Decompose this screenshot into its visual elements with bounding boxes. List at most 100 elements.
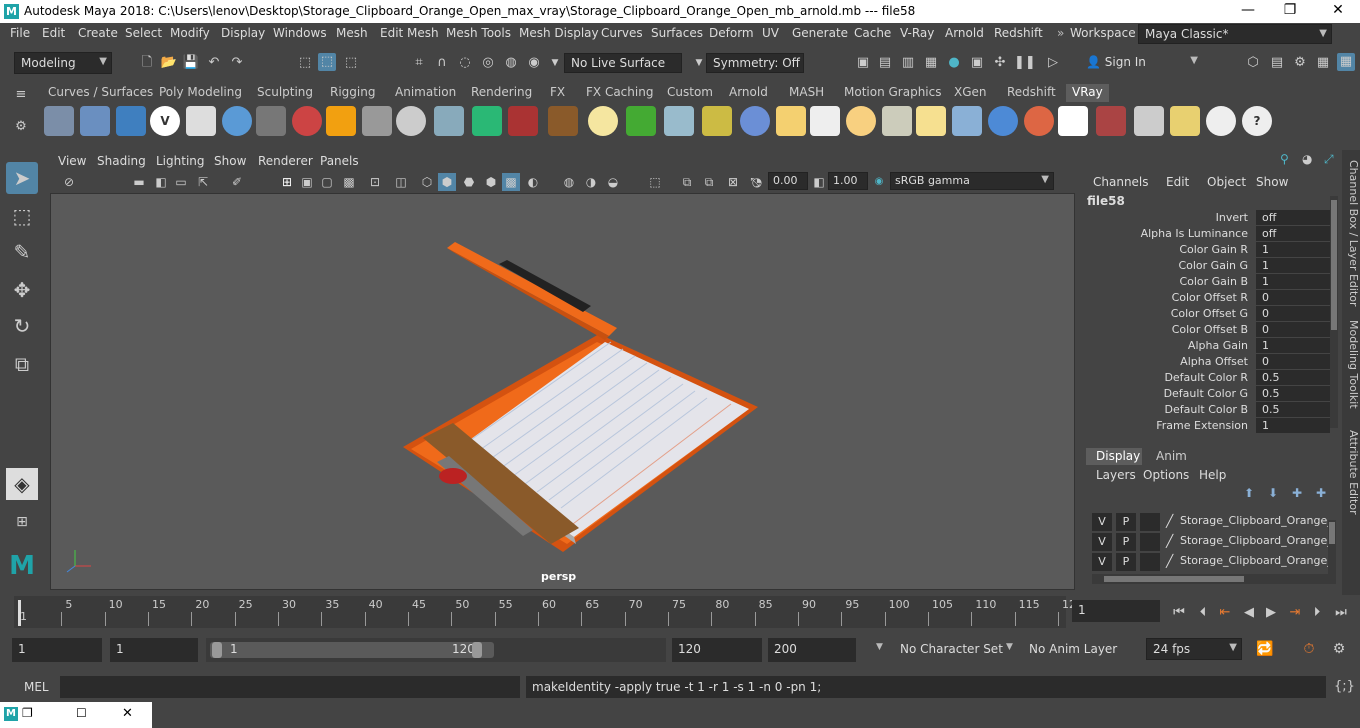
xray-components-icon[interactable]: ◒ bbox=[604, 173, 622, 191]
undo-icon[interactable]: ↶ bbox=[205, 54, 223, 72]
menu-redshift[interactable]: Redshift bbox=[994, 26, 1043, 40]
vray-dome-light-icon[interactable] bbox=[396, 106, 426, 136]
vray-spot-light-icon[interactable] bbox=[810, 106, 840, 136]
play-forwards-icon[interactable]: ▶ bbox=[1262, 604, 1280, 622]
attribute-label[interactable]: Invert bbox=[1088, 211, 1248, 224]
layer-color-icon[interactable]: ╱ bbox=[1166, 534, 1173, 548]
move-layer-up-icon[interactable]: ⬆ bbox=[1244, 486, 1254, 500]
step-forward-key-icon[interactable]: ⇥ bbox=[1286, 604, 1304, 622]
shelf-tab-sculpting[interactable]: Sculpting bbox=[251, 84, 319, 102]
lasso-tool-icon[interactable]: ⬚ bbox=[6, 200, 38, 232]
menu-arnold[interactable]: Arnold bbox=[945, 26, 984, 40]
menu-mesh[interactable]: Mesh bbox=[336, 26, 368, 40]
fps-dropdown[interactable]: 24 fps ▼ bbox=[1146, 638, 1242, 660]
ipr-render-icon[interactable]: ▥ bbox=[899, 54, 917, 72]
shelf-tab-fx-caching[interactable]: FX Caching bbox=[580, 84, 659, 102]
symmetry-field[interactable]: Symmetry: Off bbox=[706, 53, 804, 73]
vray-grass-icon[interactable] bbox=[626, 106, 656, 136]
menu-edit[interactable]: Edit bbox=[42, 26, 65, 40]
pause-icon[interactable]: ❚❚ bbox=[1014, 54, 1036, 72]
layer-playback-toggle[interactable]: P bbox=[1116, 513, 1136, 531]
ambient-occlusion-icon[interactable]: ⧉ bbox=[700, 173, 718, 191]
attribute-editor-icon[interactable]: ▤ bbox=[1268, 54, 1286, 72]
script-editor-icon[interactable]: {;} bbox=[1334, 678, 1355, 696]
menu-generate[interactable]: Generate bbox=[792, 26, 848, 40]
tool-settings-icon[interactable]: ⚙ bbox=[1291, 54, 1309, 72]
grid-toggle-icon[interactable]: ⊞ bbox=[278, 173, 296, 191]
menu-select[interactable]: Select bbox=[125, 26, 162, 40]
menu-edit-mesh[interactable]: Edit Mesh bbox=[380, 26, 439, 40]
snap-options-chevron-icon[interactable]: ▼ bbox=[546, 54, 564, 72]
auto-key-icon[interactable]: ⏱ bbox=[1300, 640, 1318, 658]
shelf-tab-redshift[interactable]: Redshift bbox=[1001, 84, 1062, 102]
menu-windows[interactable]: Windows bbox=[273, 26, 327, 40]
smooth-shade-icon[interactable]: ⬢ bbox=[438, 173, 456, 191]
render-settings-icon[interactable]: ▦ bbox=[922, 54, 940, 72]
mel-label[interactable]: MEL bbox=[24, 680, 49, 694]
timeline-track[interactable]: 1 5 10 15 20 25 30 35 40 45 50 55 60 65 70 75 80 85 90 95 10… bbox=[14, 596, 1076, 628]
channels-menu[interactable]: Channels bbox=[1093, 175, 1149, 189]
outliner-icon[interactable]: ⚲ bbox=[1280, 152, 1289, 166]
attribute-value[interactable]: off bbox=[1256, 226, 1330, 241]
layer-help-menu[interactable]: Help bbox=[1199, 468, 1226, 482]
four-view-layout-icon[interactable]: ⊞ bbox=[6, 506, 38, 538]
anim-layer-label[interactable]: No Anim Layer bbox=[1029, 642, 1117, 656]
menu-create[interactable]: Create bbox=[78, 26, 118, 40]
2d-pan-zoom-icon[interactable]: ⇱ bbox=[194, 173, 212, 191]
shelf-settings-icon[interactable]: ⚙ bbox=[12, 118, 30, 136]
viewport-menu-renderer[interactable]: Renderer bbox=[258, 154, 313, 168]
resolution-gate-icon[interactable]: ▢ bbox=[318, 173, 336, 191]
scale-tool-icon[interactable]: ⧉ bbox=[6, 348, 38, 380]
snap-view-plane-icon[interactable]: ◎ bbox=[479, 54, 497, 72]
attribute-label[interactable]: Color Offset R bbox=[1088, 291, 1248, 304]
layer-display-type-toggle[interactable] bbox=[1140, 513, 1160, 531]
close-button[interactable]: ✕ bbox=[1318, 2, 1358, 18]
wireframe-on-shaded-icon[interactable]: ⬣ bbox=[460, 173, 478, 191]
layer-name[interactable]: Storage_Clipboard_Orange_ bbox=[1180, 514, 1333, 527]
vray-sun-half-icon[interactable] bbox=[776, 106, 806, 136]
shadows-icon[interactable]: ◐ bbox=[524, 173, 542, 191]
vray-camera-icon[interactable] bbox=[256, 106, 286, 136]
minimize-button[interactable]: — bbox=[1228, 2, 1268, 18]
open-scene-icon[interactable]: 📂 bbox=[160, 54, 178, 72]
vray-render-icon[interactable]: ✣ bbox=[991, 54, 1009, 72]
vray-wood-icon[interactable] bbox=[548, 106, 578, 136]
render-current-frame-icon[interactable]: ▣ bbox=[854, 54, 872, 72]
vray-spline-icon[interactable] bbox=[702, 106, 732, 136]
vray-cloud-icon[interactable] bbox=[1206, 106, 1236, 136]
layer-playback-toggle[interactable]: P bbox=[1116, 533, 1136, 551]
viewport-menu-panels[interactable]: Panels bbox=[320, 154, 359, 168]
vray-ies-light-icon[interactable] bbox=[882, 106, 912, 136]
attribute-value[interactable]: 0.5 bbox=[1256, 370, 1330, 385]
vray-flag-sphere-icon[interactable] bbox=[1024, 106, 1054, 136]
layer-horizontal-scrollbar[interactable] bbox=[1092, 574, 1336, 584]
camera-attributes-icon[interactable]: ▬ bbox=[130, 173, 148, 191]
range-end-handle[interactable] bbox=[472, 642, 482, 658]
current-time-indicator[interactable] bbox=[18, 600, 21, 626]
viewport-menu-shading[interactable]: Shading bbox=[97, 154, 146, 168]
bookmark-icon[interactable]: ◧ bbox=[152, 173, 170, 191]
vray-plane-icon[interactable] bbox=[362, 106, 392, 136]
time-slider[interactable]: 1 5 10 15 20 25 30 35 40 45 50 55 60 65 70 75 80 85 90 95 10… bbox=[0, 596, 1360, 632]
attribute-value[interactable]: 1 bbox=[1256, 242, 1330, 257]
use-all-lights-icon[interactable]: ▩ bbox=[502, 173, 520, 191]
exposure-icon[interactable]: ◔ bbox=[748, 173, 766, 191]
menu-set-dropdown[interactable]: Modeling ▼ bbox=[14, 52, 112, 74]
channel-scrollbar[interactable] bbox=[1330, 196, 1338, 428]
layer-display-type-toggle[interactable] bbox=[1140, 553, 1160, 571]
modeling-toolkit-tab[interactable]: Modeling Toolkit bbox=[1342, 320, 1360, 409]
layer-tab-anim[interactable]: Anim bbox=[1156, 449, 1187, 463]
layer-row[interactable]: V P ╱ Storage_Clipboard_Orange_ bbox=[1090, 553, 1333, 571]
layer-name[interactable]: Storage_Clipboard_Orange_ bbox=[1180, 554, 1333, 567]
layer-row[interactable]: V P ╱ Storage_Clipboard_Orange_ bbox=[1090, 533, 1333, 551]
attribute-value[interactable]: off bbox=[1256, 210, 1330, 225]
new-scene-icon[interactable]: 🗋 bbox=[138, 54, 156, 72]
go-to-start-icon[interactable]: ⏮ bbox=[1170, 604, 1188, 622]
workspace-dropdown[interactable]: Maya Classic* ▼ bbox=[1138, 24, 1332, 44]
menu-display[interactable]: Display bbox=[221, 26, 265, 40]
attribute-label[interactable]: Alpha Offset bbox=[1088, 355, 1248, 368]
motion-blur-icon[interactable]: ⊠ bbox=[724, 173, 742, 191]
shelf-tab-mash[interactable]: MASH bbox=[783, 84, 830, 102]
step-forward-frame-icon[interactable]: ⏵ bbox=[1308, 604, 1326, 622]
snap-vertex-icon[interactable]: ◉ bbox=[525, 54, 543, 72]
